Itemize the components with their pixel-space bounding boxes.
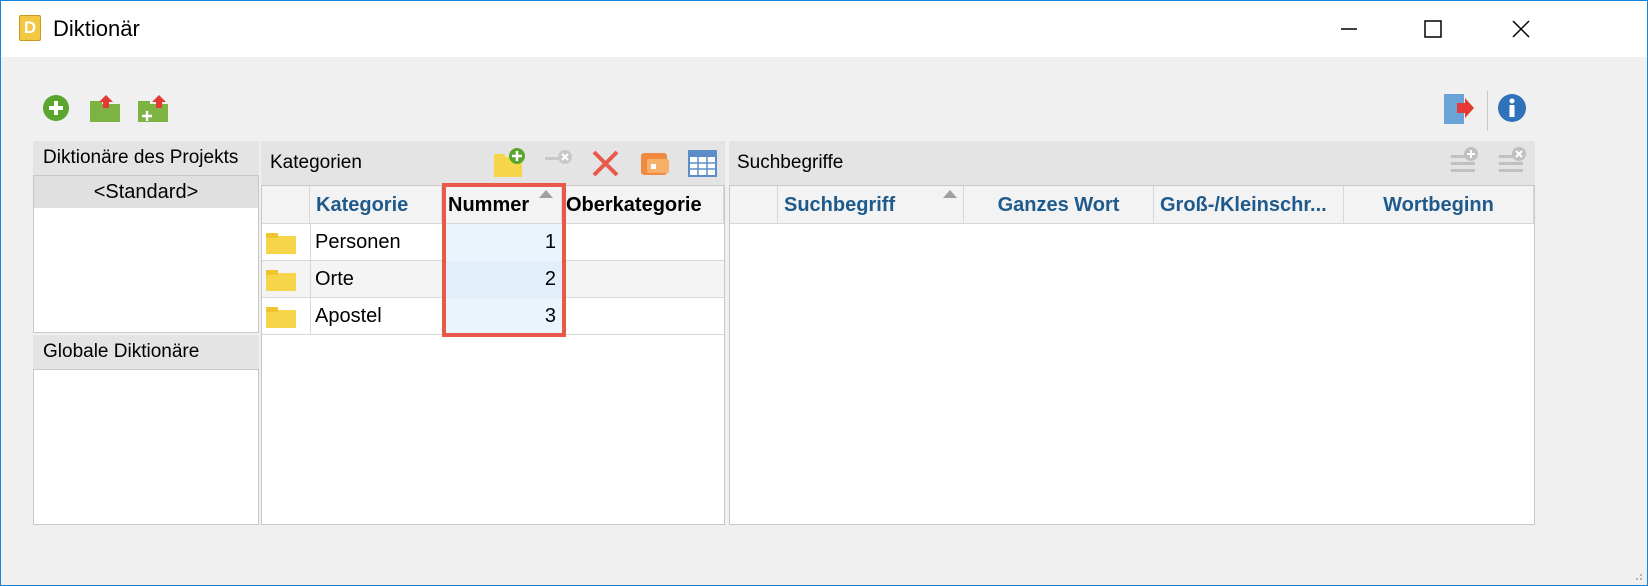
cell-oberkategorie xyxy=(562,298,724,335)
search-terms-header-bar: Suchbegriffe xyxy=(729,141,1535,185)
add-circle-icon[interactable] xyxy=(41,93,73,125)
remove-disabled-icon[interactable] xyxy=(543,147,577,179)
cell-oberkategorie xyxy=(562,261,724,298)
categories-header-bar: Kategorien xyxy=(261,141,725,185)
dictionary-window: D Diktionär Diktionäre des Projekts <Sta… xyxy=(0,0,1648,586)
sort-ascending-icon xyxy=(943,190,957,198)
search-terms-grid: Suchbegriff Ganzes Wort Groß-/Kleinschr.… xyxy=(729,185,1535,525)
column-header-kategorie[interactable]: Kategorie xyxy=(310,186,442,224)
column-header-suchbegriff-label: Suchbegriff xyxy=(784,194,896,216)
window-title: Diktionär xyxy=(53,16,140,41)
export-folder-icon[interactable] xyxy=(89,93,121,125)
column-header-wortbeginn[interactable]: Wortbeginn xyxy=(1344,186,1534,224)
minimize-button[interactable] xyxy=(1329,11,1369,47)
global-dictionaries-list xyxy=(33,369,259,525)
folder-icon xyxy=(266,233,296,254)
column-header-gross-kleinschreibung[interactable]: Groß-/Kleinschr... xyxy=(1154,186,1344,224)
move-category-icon[interactable] xyxy=(639,147,673,179)
cell-kategorie: Personen xyxy=(310,224,442,261)
close-button[interactable] xyxy=(1501,11,1541,47)
close-icon xyxy=(1512,20,1530,38)
cell-oberkategorie xyxy=(562,224,724,261)
maximize-button[interactable] xyxy=(1413,11,1453,47)
column-header-empty xyxy=(730,186,778,224)
categories-title: Kategorien xyxy=(270,152,362,173)
dictionaries-panel: Diktionäre des Projekts <Standard> Globa… xyxy=(33,141,259,525)
title-bar: D Diktionär xyxy=(1,1,1647,57)
cell-kategorie: Orte xyxy=(310,261,442,298)
remove-term-icon[interactable] xyxy=(1497,145,1529,179)
folder-icon xyxy=(266,307,296,328)
import-folder-icon[interactable] xyxy=(137,93,169,125)
minimize-icon xyxy=(1341,28,1357,30)
toolbar-separator xyxy=(1487,91,1488,131)
project-dictionaries-header: Diktionäre des Projekts xyxy=(33,141,259,175)
search-terms-title: Suchbegriffe xyxy=(737,152,844,173)
categories-grid: Kategorie Nummer Oberkategorie Personen … xyxy=(261,183,725,525)
add-term-icon[interactable] xyxy=(1449,145,1481,179)
column-header-ganzes-wort[interactable]: Ganzes Wort xyxy=(964,186,1154,224)
maximize-icon xyxy=(1424,20,1442,38)
column-header-oberkategorie[interactable]: Oberkategorie xyxy=(562,186,724,224)
main-toolbar xyxy=(1,57,1647,141)
delete-icon[interactable] xyxy=(591,149,621,179)
exit-door-icon[interactable] xyxy=(1443,93,1475,125)
global-dictionaries-header: Globale Diktionäre xyxy=(33,335,259,369)
project-dictionaries-list: <Standard> xyxy=(33,175,259,333)
app-icon: D xyxy=(19,15,41,41)
info-icon[interactable] xyxy=(1497,93,1529,125)
column-header-icon xyxy=(262,186,310,224)
grid-table-icon[interactable] xyxy=(687,147,719,179)
new-folder-icon[interactable] xyxy=(493,147,527,179)
nummer-column-highlight xyxy=(442,183,566,337)
list-item-standard[interactable]: <Standard> xyxy=(34,176,258,208)
column-header-suchbegriff[interactable]: Suchbegriff xyxy=(778,186,964,224)
folder-icon xyxy=(266,270,296,291)
resize-grip-icon[interactable] xyxy=(1631,569,1643,581)
cell-kategorie: Apostel xyxy=(310,298,442,335)
